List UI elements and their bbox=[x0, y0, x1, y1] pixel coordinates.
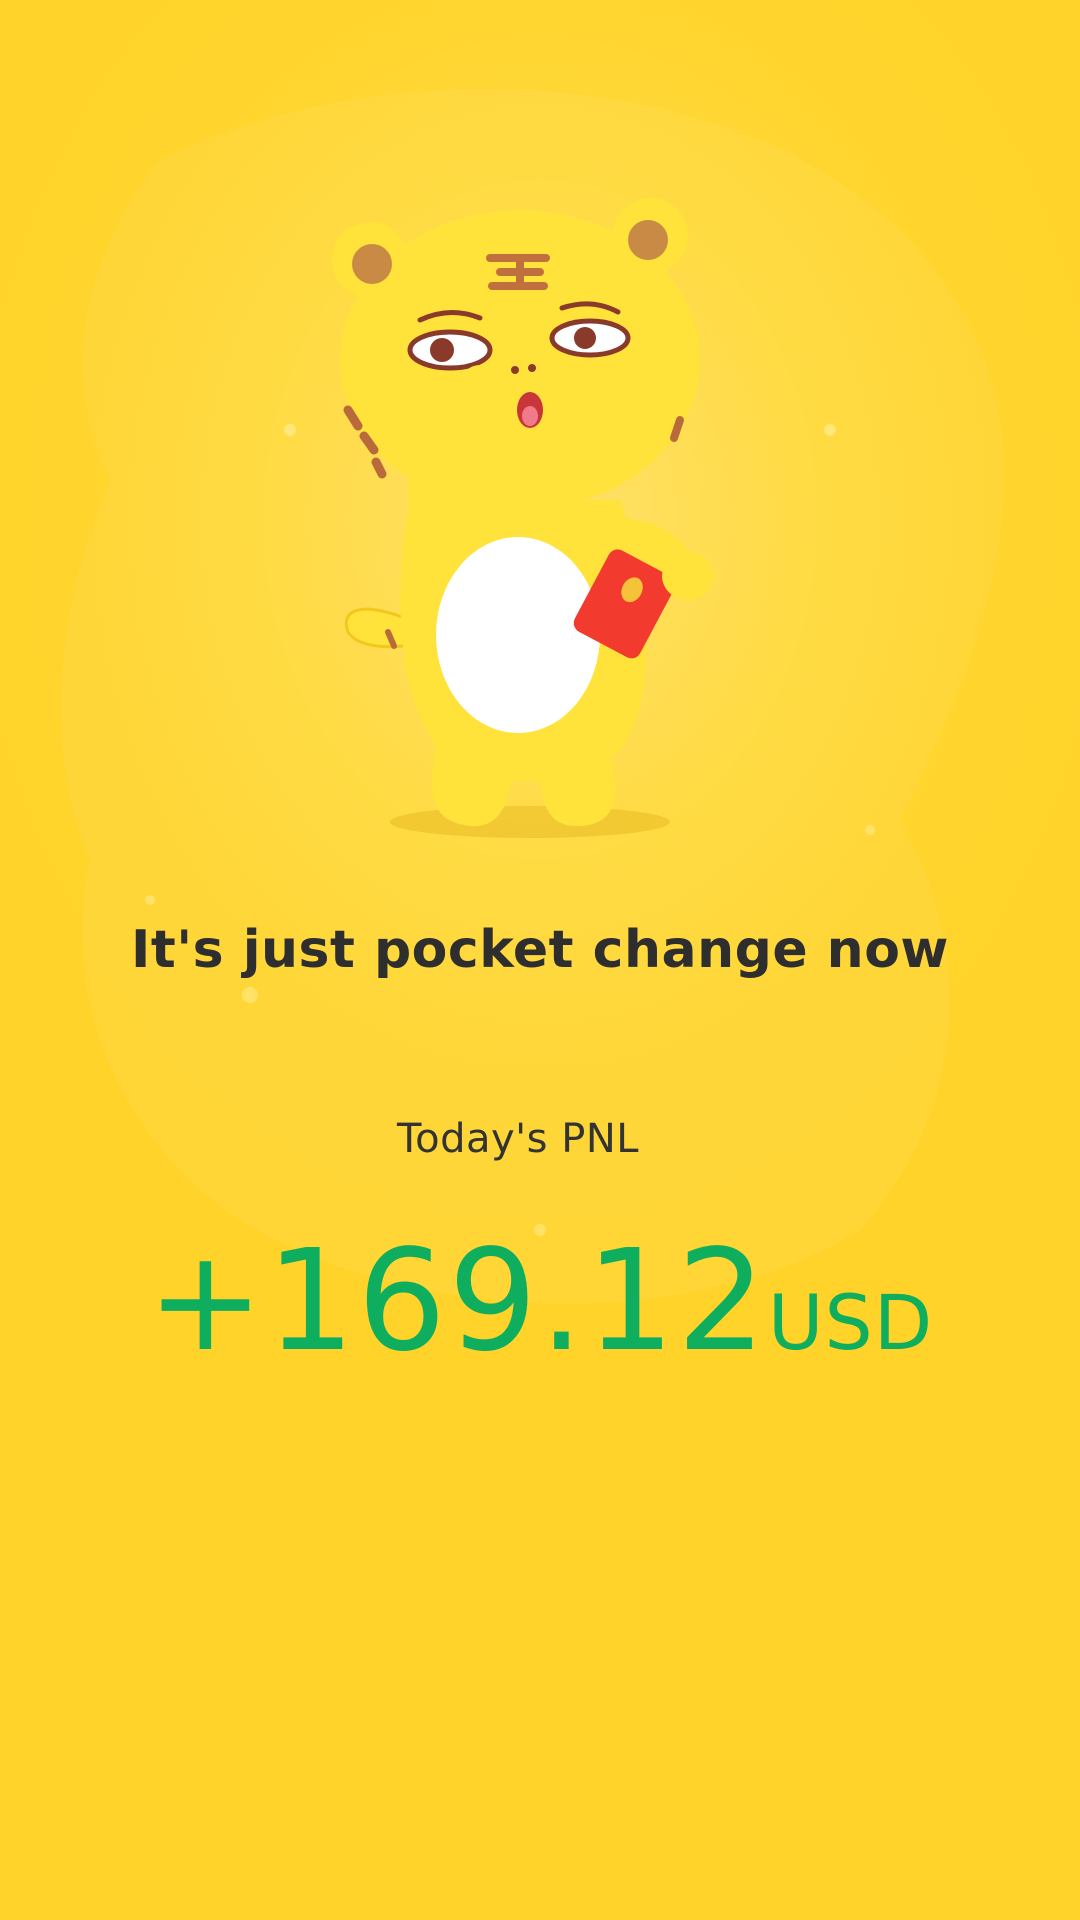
headline-text: It's just pocket change now bbox=[131, 920, 949, 980]
pnl-amount: +169.12USD bbox=[0, 1220, 1080, 1383]
pnl-value: +169.12 bbox=[146, 1220, 768, 1383]
pnl-label: Today's PNL bbox=[396, 1116, 640, 1162]
pnl-currency: USD bbox=[767, 1278, 934, 1367]
tiger-mascot-icon bbox=[332, 198, 714, 838]
